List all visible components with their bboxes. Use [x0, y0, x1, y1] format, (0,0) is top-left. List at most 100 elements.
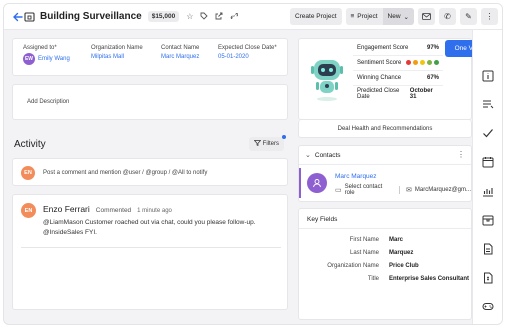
post-action: Commented — [95, 207, 132, 214]
key-field-label: First Name — [349, 236, 379, 243]
calendar-icon[interactable] — [480, 154, 496, 170]
activity-title: Activity — [14, 139, 46, 150]
description-card[interactable]: Add Description — [12, 84, 288, 120]
contact-accent-bar — [299, 168, 301, 198]
score-list: Engagement Score 97% Sentiment Score Win… — [353, 41, 443, 101]
analytics-chart-icon[interactable] — [480, 183, 496, 199]
post-author[interactable]: Enzo Ferrari — [43, 204, 90, 214]
score-label: Engagement Score — [357, 45, 409, 51]
activity-post: EN Enzo Ferrari Commented 1 minute ago @… — [12, 194, 288, 310]
link-icon[interactable] — [230, 12, 239, 22]
gamepad-icon[interactable] — [480, 298, 496, 314]
comment-input[interactable]: Post a comment and mention @user / @grou… — [43, 170, 207, 176]
right-sidebar — [472, 30, 502, 324]
deal-health-label: Deal Health and Recommendations — [337, 125, 433, 132]
avatar: EW — [23, 53, 35, 65]
post-divider — [21, 247, 281, 248]
tag-icon[interactable] — [200, 12, 209, 22]
deal-details-card: Assigned to* EW Emily Wang Organization … — [12, 38, 288, 76]
comment-composer[interactable]: EN Post a comment and mention @user / @g… — [12, 158, 288, 186]
score-label: Sentiment Score — [357, 60, 402, 66]
add-description-link[interactable]: Add Description — [27, 99, 69, 105]
invoice-icon[interactable] — [480, 270, 496, 286]
filter-active-dot — [282, 135, 286, 139]
key-fields-divider — [299, 228, 471, 229]
sentiment-dot — [406, 59, 411, 65]
contact-email[interactable]: MarcMarquez@gm... — [415, 187, 471, 193]
checkmark-icon[interactable] — [480, 125, 496, 141]
project-button[interactable]: ≡ Project — [346, 13, 383, 20]
sentiment-dots — [404, 59, 439, 67]
mail-icon — [422, 13, 431, 20]
score-label: Winning Chance — [357, 75, 402, 81]
back-arrow-icon[interactable] — [12, 11, 24, 23]
document-icon[interactable] — [480, 241, 496, 257]
key-field-value: Price Club — [389, 262, 419, 269]
organization-value[interactable]: Milpitas Mall — [91, 54, 143, 60]
role-divider — [399, 186, 401, 194]
contact-field[interactable]: Contact Name Marc Marquez — [161, 45, 199, 60]
key-field-row[interactable]: Title Enterprise Sales Consultant — [319, 272, 469, 285]
contact-role-select[interactable]: Select contact role — [345, 184, 393, 196]
stage-label: New — [387, 13, 401, 20]
share-icon[interactable] — [215, 12, 223, 22]
assigned-to-field[interactable]: Assigned to* EW Emily Wang — [23, 45, 70, 65]
key-field-value: Marc — [389, 236, 404, 243]
filter-icon — [253, 140, 261, 148]
key-field-label: Organization Name — [327, 262, 379, 269]
key-fields-card: Key Fields First Name Marc Last Name Marqu… — [298, 208, 472, 320]
package-icon[interactable] — [480, 212, 496, 228]
organization-field[interactable]: Organization Name Milpitas Mall — [91, 45, 143, 60]
sentiment-dot — [420, 59, 425, 65]
close-date-field[interactable]: Expected Close Date* 05-01-2020 — [218, 45, 277, 60]
predicted-close-row: Predicted Close Date October 31 — [353, 86, 443, 101]
key-field-value: Marquez — [389, 249, 414, 256]
project-stage-selector[interactable]: ≡ Project New ⌄ — [345, 8, 414, 25]
stage-dropdown[interactable]: New ⌄ — [382, 8, 414, 25]
more-vertical-icon[interactable]: ⋮ — [457, 150, 465, 159]
post-body: @LiamMason Customer roached out via chat… — [43, 219, 256, 236]
id-card-icon: ▭ — [335, 187, 342, 194]
record-header: Building Surveillance $15,000 ☆ Create P… — [4, 4, 502, 30]
notes-list-icon[interactable] — [480, 96, 496, 112]
scores-card: Engagement Score 97% Sentiment Score Win… — [298, 38, 501, 120]
score-value: October 31 — [409, 87, 433, 100]
score-value: 67% — [426, 75, 439, 81]
close-date-value[interactable]: 05-01-2020 — [218, 54, 277, 60]
chevron-down-icon[interactable]: ⌄ — [305, 151, 311, 159]
contacts-title: Contacts — [314, 151, 341, 159]
call-button[interactable]: ✆ — [439, 8, 456, 25]
score-label: Predicted Close Date — [357, 87, 400, 100]
activity-header: Activity Filters — [12, 135, 288, 153]
score-value: 97% — [426, 45, 439, 51]
key-field-row[interactable]: First Name Marc — [319, 233, 469, 246]
close-date-label: Expected Close Date* — [218, 45, 277, 51]
key-field-row[interactable]: Last Name Marquez — [319, 246, 469, 259]
email-button[interactable] — [418, 8, 435, 25]
create-project-button[interactable]: Create Project — [289, 8, 342, 25]
project-label: Project — [357, 13, 378, 20]
avatar: EN — [21, 166, 35, 180]
pencil-icon: ✎ — [465, 12, 472, 21]
more-button[interactable]: ⋮ — [481, 8, 498, 25]
engagement-score-row: Engagement Score 97% — [353, 41, 443, 56]
star-icon[interactable]: ☆ — [186, 12, 193, 21]
contact-name[interactable]: Marc Marquez — [335, 173, 377, 180]
key-field-label: Title — [367, 275, 379, 282]
app-window: Building Surveillance $15,000 ☆ Create P… — [3, 3, 503, 325]
contacts-divider — [299, 164, 471, 165]
assigned-to-value[interactable]: Emily Wang — [38, 56, 70, 62]
filters-button[interactable]: Filters — [248, 137, 284, 151]
winning-chance-row: Winning Chance 67% — [353, 71, 443, 86]
key-field-value: Enterprise Sales Consultant — [389, 275, 470, 282]
contact-value[interactable]: Marc Marquez — [161, 54, 199, 60]
robot-assistant-icon — [307, 53, 347, 103]
amount-badge: $15,000 — [147, 11, 180, 22]
info-icon[interactable] — [480, 68, 496, 84]
page-title: Building Surveillance — [40, 11, 142, 22]
deal-health-button[interactable]: Deal Health and Recommendations — [298, 120, 472, 138]
edit-button[interactable]: ✎ — [460, 8, 477, 25]
key-field-row[interactable]: Organization Name Price Club — [319, 259, 469, 272]
more-vertical-icon: ⋮ — [485, 12, 494, 21]
organization-label: Organization Name — [91, 45, 143, 51]
